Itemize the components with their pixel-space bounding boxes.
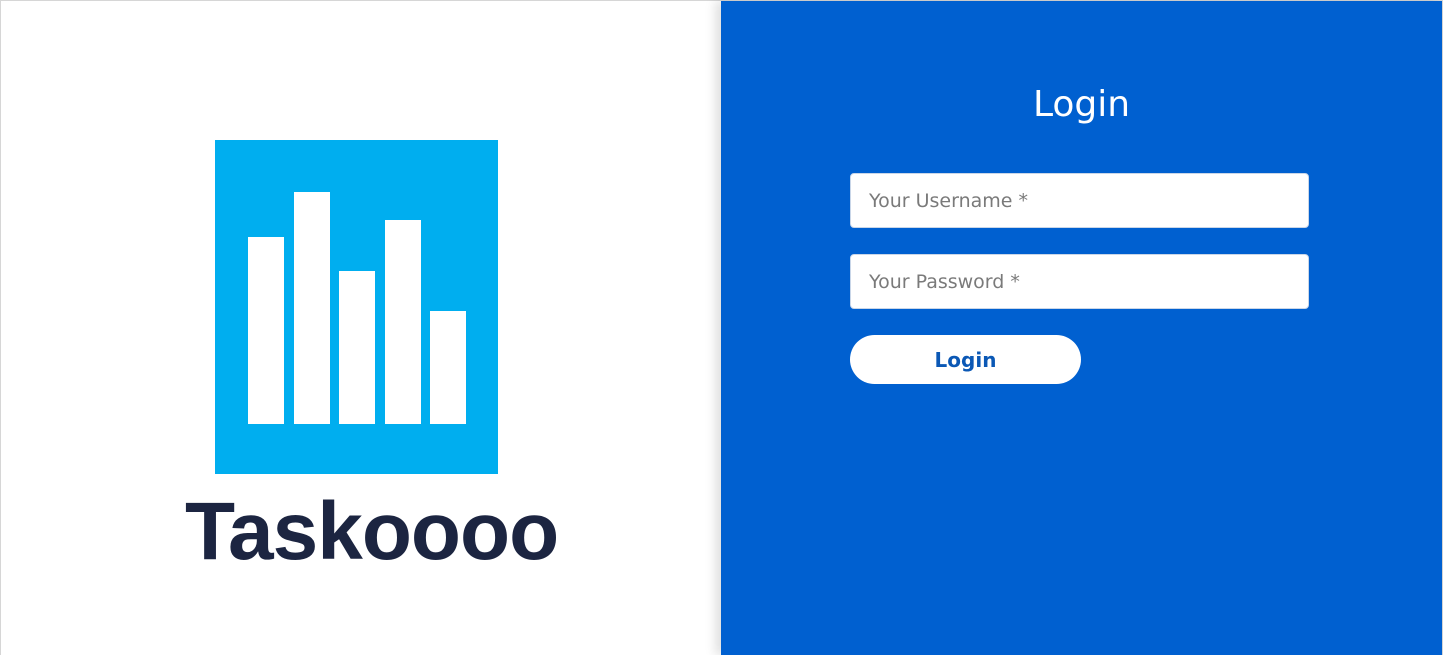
login-panel: Login Login: [721, 1, 1442, 655]
logo-bar: [248, 237, 284, 424]
login-title: Login: [1032, 84, 1131, 126]
logo-bar: [339, 271, 375, 424]
bar-chart-icon: [215, 140, 498, 474]
logo-bar: [294, 192, 330, 424]
username-field[interactable]: [850, 173, 1309, 228]
logo-bar: [385, 220, 421, 424]
password-field[interactable]: [850, 254, 1309, 309]
login-button[interactable]: Login: [850, 335, 1081, 384]
brand-panel: Taskoooo: [1, 1, 721, 655]
brand-name: Taskoooo: [185, 486, 559, 577]
login-page: Taskoooo Login Login: [0, 0, 1443, 655]
logo-bar: [430, 311, 466, 424]
